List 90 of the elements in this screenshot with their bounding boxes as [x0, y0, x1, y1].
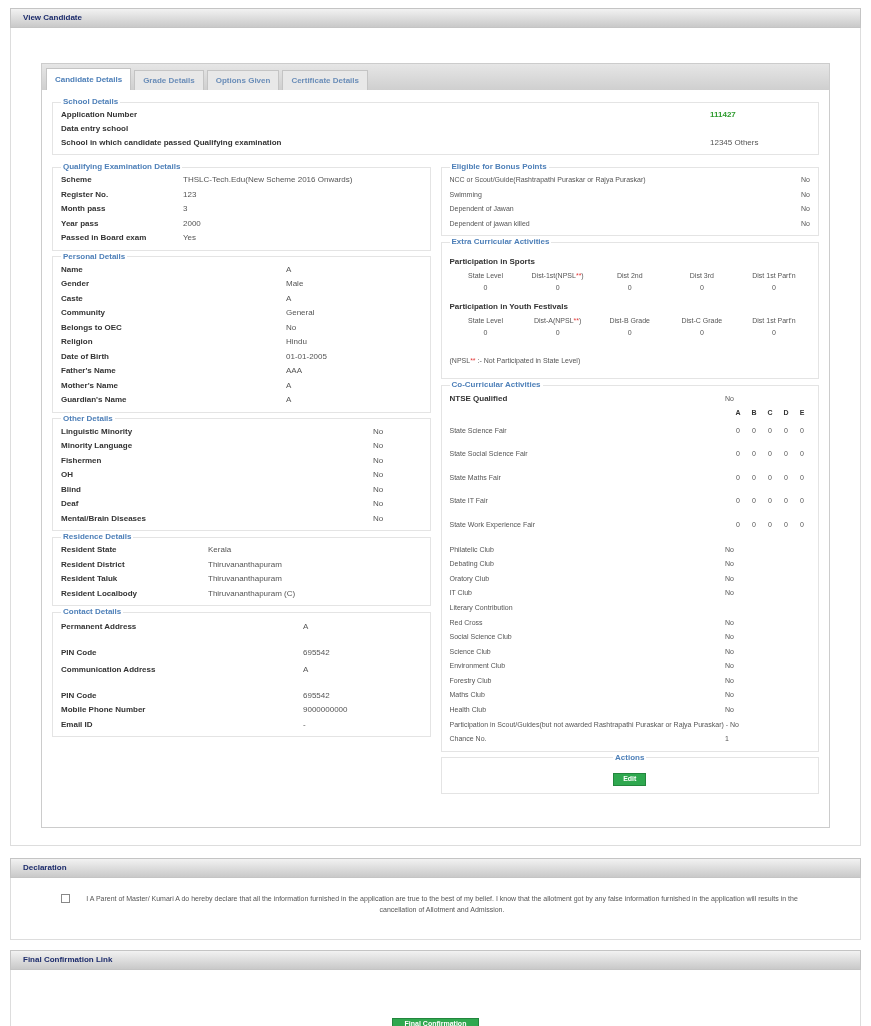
field-label: Year pass	[61, 218, 99, 228]
field-label: Passed in Board exam	[61, 233, 147, 243]
section-title: Personal Details	[62, 250, 127, 263]
field-value: No	[373, 498, 384, 511]
field-label: Caste	[61, 293, 83, 303]
section-title: Actions	[614, 751, 646, 764]
group-title: Participation in Youth Festivals	[449, 301, 569, 313]
field-value: No	[373, 469, 384, 482]
field-value: No	[373, 440, 384, 453]
field-label: Deaf	[61, 499, 79, 509]
field-value: 123	[183, 188, 197, 201]
field-value: A	[286, 263, 292, 276]
field-label: Application Number	[61, 109, 138, 121]
section-title: Residence Details	[62, 531, 133, 543]
field-value: Thiruvananthapuram	[208, 558, 282, 571]
field-label: Gender	[61, 279, 89, 289]
field-value: 9000000000	[303, 704, 348, 717]
field-value: Male	[286, 278, 304, 291]
field-value: No	[373, 483, 384, 496]
field-label: Register No.	[61, 189, 109, 199]
field-value: A	[303, 663, 309, 676]
field-label: Data entry school	[61, 123, 130, 135]
section-title: Co-Curricular Activities	[450, 379, 542, 391]
field-value: -	[303, 718, 306, 731]
section-title: School Details	[62, 96, 120, 108]
field-label: School in which candidate passed Qualifying examination	[61, 137, 283, 149]
field-value: General	[286, 307, 315, 320]
group-title: Participation in Sports	[449, 256, 536, 268]
field-label: Mother's Name	[61, 380, 119, 390]
section-title: Qualifying Examination Details	[62, 161, 182, 173]
field-value: 695542	[303, 647, 330, 660]
panel-header: View Candidate	[10, 8, 861, 28]
field-value: 2000	[183, 217, 201, 230]
section-title: Other Details	[62, 412, 114, 425]
section-title: Extra Curricular Activities	[450, 236, 551, 248]
field-value: A	[303, 621, 309, 633]
field-label: Resident Taluk	[61, 574, 118, 584]
field-label: Linguistic Minority	[61, 426, 133, 436]
field-label: Name	[61, 264, 83, 274]
field-label: Belongs to OEC	[61, 322, 122, 332]
field-value: Kerala	[208, 544, 232, 557]
field-value: No	[373, 425, 384, 438]
field-value: 12345 Others	[710, 137, 760, 149]
panel-header: Declaration	[10, 858, 861, 878]
field-label: Email ID	[61, 719, 93, 729]
field-label: OH	[61, 470, 73, 480]
field-value: THSLC-Tech.Edu(New Scheme 2016 Onwards)	[183, 174, 353, 187]
field-label: NTSE Qualified	[449, 393, 509, 405]
field-label: Communication Address	[61, 664, 156, 674]
field-label: Mental/Brain Diseases	[61, 513, 146, 523]
tab[interactable]: Options Given	[206, 70, 280, 90]
field-label: Father's Name	[61, 366, 116, 376]
panel-header: Final Confirmation Link	[10, 950, 861, 970]
field-value: Thiruvananthapuram	[208, 573, 282, 586]
field-label: Resident Localbody	[61, 588, 137, 598]
field-value: Thiruvananthapuram (C)	[208, 587, 296, 600]
field-value: No	[286, 321, 297, 334]
field-label: PIN Code	[61, 690, 97, 700]
field-label: Resident State	[61, 545, 117, 555]
field-label: Mobile Phone Number	[61, 705, 146, 715]
section-title: Contact Details	[62, 606, 123, 618]
field-value: Hindu	[286, 336, 307, 349]
field-label: Permanent Address	[61, 622, 137, 631]
field-label: Religion	[61, 337, 93, 347]
field-value: Yes	[183, 232, 197, 245]
field-label: Resident District	[61, 559, 125, 569]
field-value: A	[286, 292, 292, 305]
field-label: Fishermen	[61, 455, 102, 465]
field-value: 01-01-2005	[286, 350, 327, 363]
field-value: A	[286, 379, 292, 392]
field-label: Blind	[61, 484, 81, 494]
field-value: A	[286, 394, 292, 407]
field-value: AAA	[286, 365, 302, 378]
field-label: PIN Code	[61, 648, 97, 658]
field-value: No	[373, 512, 384, 525]
field-label: Month pass	[61, 204, 106, 214]
field-value: 3	[183, 203, 188, 216]
field-value: No	[373, 454, 384, 467]
checkbox[interactable]	[61, 894, 70, 903]
field-label: Guardian's Name	[61, 395, 127, 405]
field-label: Date of Birth	[61, 351, 109, 361]
field-value: 111427	[710, 109, 737, 121]
field-value: 695542	[303, 689, 330, 702]
field-label: Scheme	[61, 175, 92, 185]
tab[interactable]: Candidate Details	[46, 68, 132, 90]
tab[interactable]: Certificate Details	[282, 70, 368, 90]
tab[interactable]: Grade Details	[134, 70, 204, 90]
field-label: Minority Language	[61, 441, 133, 451]
field-label: Community	[61, 308, 105, 318]
section-title: Eligible for Bonus Points	[450, 161, 548, 173]
